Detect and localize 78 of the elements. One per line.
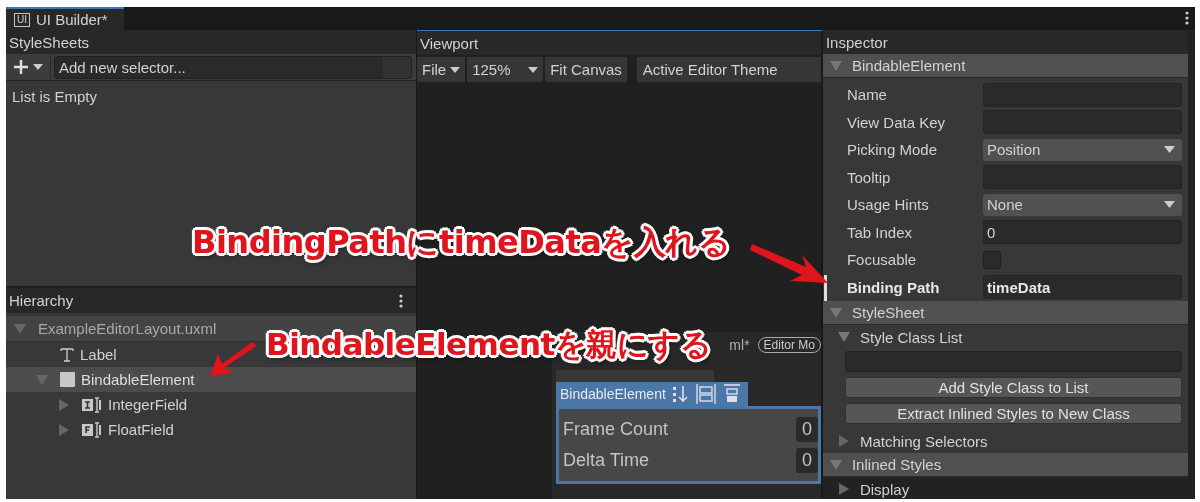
sort-icon[interactable]	[671, 385, 690, 403]
value-field[interactable]: 0	[795, 448, 818, 473]
panel-title: Viewport	[419, 34, 479, 52]
action-button[interactable]: Extract Inlined Styles to New Class	[844, 403, 1183, 424]
text-field[interactable]: 0	[982, 220, 1183, 245]
plus-icon	[13, 59, 29, 75]
dropdown[interactable]: Position	[982, 138, 1183, 161]
text-field[interactable]: timeData	[982, 275, 1183, 300]
dropdown[interactable]: None	[982, 193, 1183, 216]
value-field[interactable]: 0	[795, 417, 818, 442]
caret-icon	[450, 66, 461, 73]
expanded-arrow-icon[interactable]	[36, 373, 48, 386]
text-icon	[60, 347, 74, 362]
tree-item-label: BindableElement	[81, 371, 195, 388]
caret-icon	[1164, 146, 1176, 154]
annotation-arrow	[210, 342, 256, 378]
more-options-icon[interactable]	[398, 293, 403, 308]
property-label: Tab Index	[846, 223, 913, 241]
options-button[interactable]	[382, 56, 411, 78]
foldout-title: Style Class List	[859, 328, 963, 346]
window-tab[interactable]: UI UI Builder*	[6, 7, 124, 30]
tree-item[interactable]: FloatField	[6, 417, 174, 442]
tree-row[interactable]: BindableElement	[6, 367, 416, 392]
field-label: Delta Time	[562, 450, 649, 471]
property-label: Name	[846, 86, 888, 104]
element-title: BindableElement	[559, 386, 666, 402]
expanded-arrow-icon[interactable]	[14, 322, 26, 335]
field-label: Frame Count	[562, 419, 668, 440]
tree-item[interactable]: IntegerField	[6, 392, 188, 417]
caret-icon	[33, 64, 43, 70]
ui-builder-icon: UI	[14, 12, 30, 27]
property-label: Picking Mode	[846, 141, 938, 159]
section-title: BindableElement	[851, 57, 966, 74]
caret-icon	[1164, 201, 1176, 209]
annotation-text: BindingPathにtimeDataを入れる	[192, 225, 731, 261]
fit-canvas-button[interactable]: Fit Canvas	[545, 57, 627, 82]
foldout-title: Matching Selectors	[859, 432, 988, 450]
tree-item[interactable]: BindableElement	[6, 367, 195, 392]
property-label: View Data Key	[846, 113, 947, 131]
more-options-icon[interactable]	[1185, 11, 1189, 25]
integer-field-icon	[82, 396, 102, 413]
section-header[interactable]: BindableElement	[822, 54, 1189, 78]
foldout-header[interactable]: Style Class List	[822, 325, 1183, 349]
tree-item-label: Label	[80, 346, 117, 363]
section-title: Inlined Styles	[851, 456, 942, 473]
section-header[interactable]: StyleSheet	[822, 301, 1189, 325]
layout-icon[interactable]	[695, 384, 716, 404]
action-button[interactable]: Add Style Class to List	[844, 377, 1183, 398]
tree-item-label: IntegerField	[108, 396, 188, 413]
collapsed-arrow-icon[interactable]	[58, 423, 70, 436]
panel-title: Hierarchy	[9, 292, 74, 309]
tree-item-label: ExampleEditorLayout.uxml	[38, 320, 217, 337]
zoom-dropdown[interactable]: 125%	[467, 57, 544, 82]
square-icon	[60, 372, 75, 387]
float-field-icon	[82, 421, 102, 438]
tree-item[interactable]: ExampleEditorLayout.uxml	[6, 316, 217, 341]
align-top-icon[interactable]	[721, 384, 742, 404]
tree-item[interactable]: Label	[6, 342, 117, 367]
panel-title: Inspector	[825, 33, 888, 51]
selector-field[interactable]: Add new selector...	[54, 55, 412, 79]
collapsed-arrow-icon[interactable]	[58, 398, 70, 411]
property-label: Usage Hints	[846, 196, 930, 214]
theme-dropdown[interactable]: Active Editor Theme	[636, 57, 821, 82]
panel-title: StyleSheets	[9, 33, 90, 51]
section-title: StyleSheet	[851, 304, 925, 321]
section-header[interactable]: Inlined Styles	[822, 453, 1189, 477]
window-tab-title: UI Builder*	[36, 11, 108, 28]
foldout-header[interactable]: Matching Selectors	[822, 429, 1183, 453]
property-label: Tooltip	[846, 168, 892, 186]
property-label: Binding Path	[846, 278, 941, 296]
empty-list-text: List is Empty	[12, 88, 98, 105]
scrollbar[interactable]	[1188, 30, 1195, 499]
foldout-title: Display	[859, 480, 910, 498]
file-menu[interactable]: File	[416, 57, 466, 82]
tree-item-label: FloatField	[108, 421, 174, 438]
property-label: Focusable	[846, 251, 918, 269]
caret-icon	[528, 66, 539, 73]
document-name: ml*	[729, 337, 750, 353]
